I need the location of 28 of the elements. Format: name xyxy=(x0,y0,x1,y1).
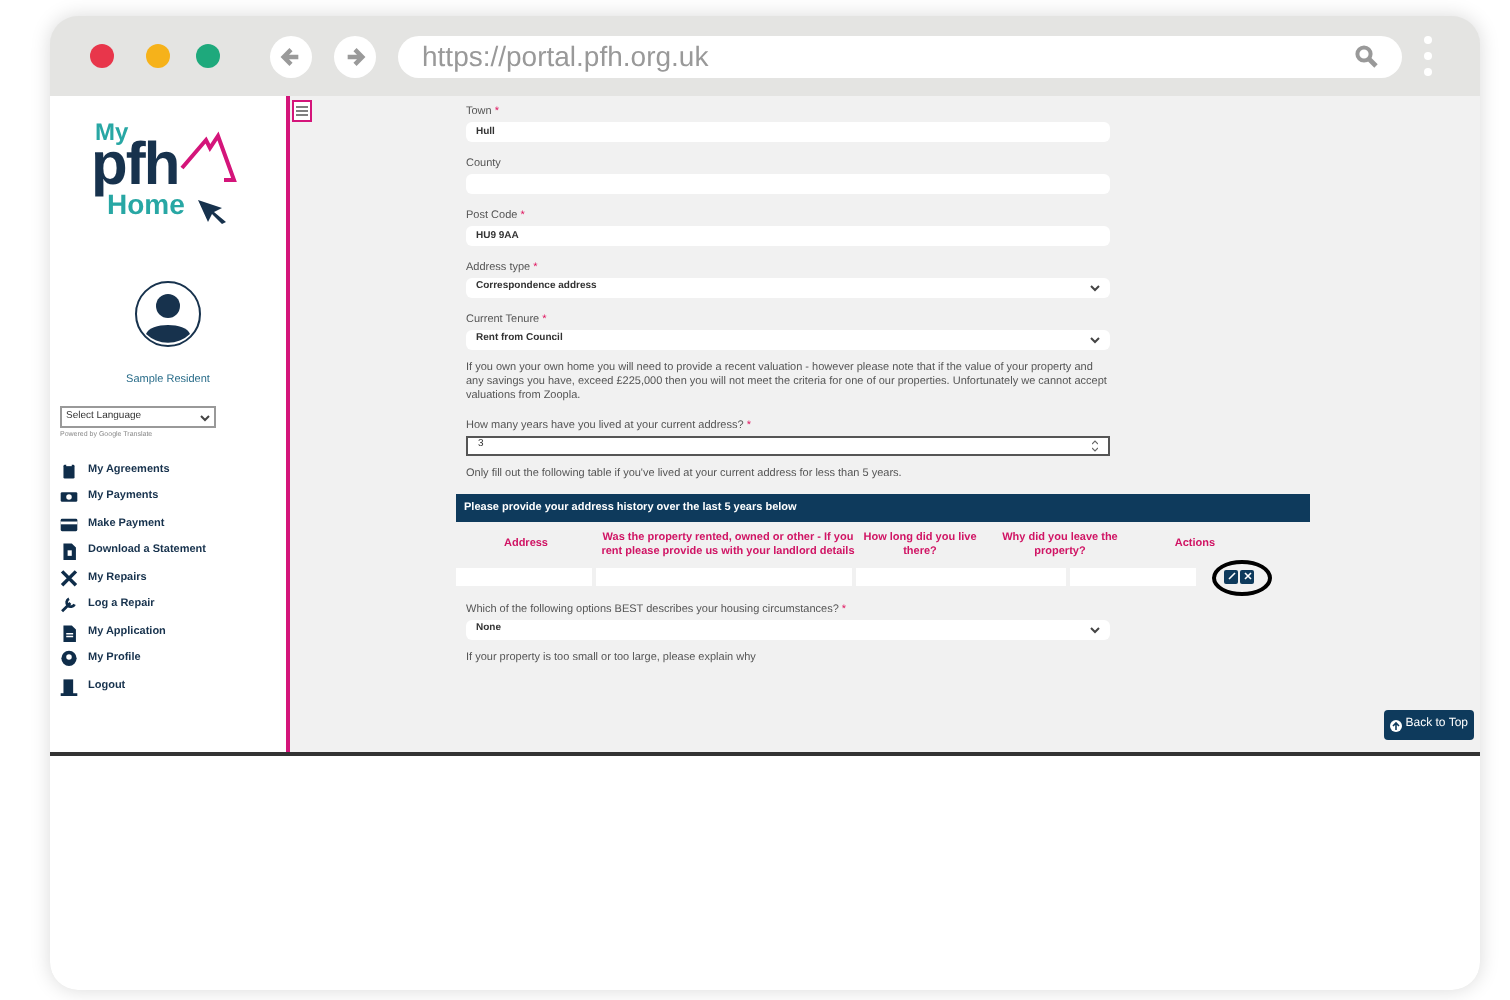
avatar-icon xyxy=(134,280,202,348)
chevron-icon xyxy=(1090,284,1100,292)
arrow-up-icon xyxy=(1389,719,1402,731)
delete-row-button[interactable] xyxy=(1240,569,1254,583)
back-button[interactable] xyxy=(270,35,312,77)
edit-row-button[interactable] xyxy=(1224,569,1238,583)
logo: My pfh Home xyxy=(83,120,253,240)
menu-button[interactable] xyxy=(292,100,312,122)
search-icon xyxy=(1354,44,1378,68)
spinner-icon xyxy=(1092,440,1098,452)
back-arrow-icon xyxy=(280,45,302,67)
chevron-icon xyxy=(200,413,210,422)
nav-icon xyxy=(60,677,78,695)
forward-arrow-icon xyxy=(344,45,366,67)
nav-icon xyxy=(60,488,78,506)
nav-icon xyxy=(60,515,78,533)
nav-icon xyxy=(60,623,78,641)
nav-icon xyxy=(60,461,78,479)
chevron-icon xyxy=(1090,336,1100,344)
pencil-icon xyxy=(1227,572,1235,580)
cross-icon xyxy=(1243,572,1251,580)
nav-icon xyxy=(60,569,78,587)
nav-icon xyxy=(60,542,78,560)
nav-icon xyxy=(60,596,78,614)
menu-icon xyxy=(296,106,308,116)
nav-icon xyxy=(60,650,78,668)
forward-button[interactable] xyxy=(334,35,376,77)
chevron-icon xyxy=(1090,626,1100,634)
